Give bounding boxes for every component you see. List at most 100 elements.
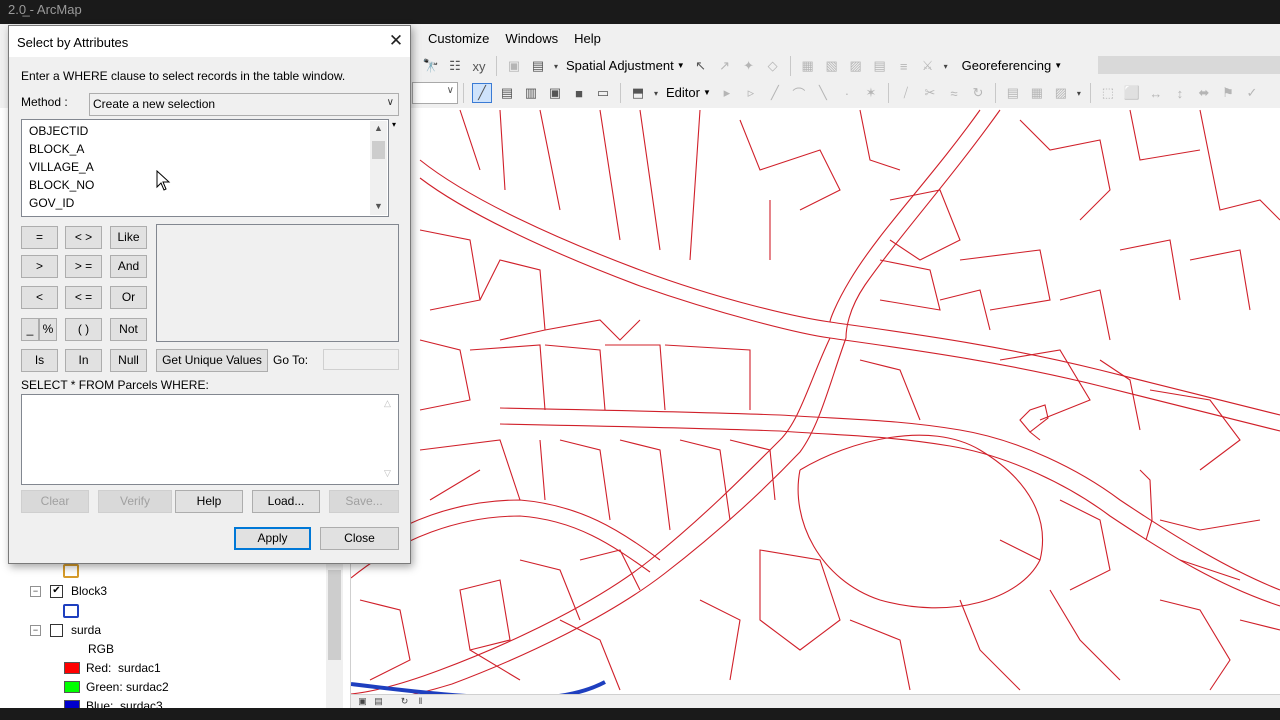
unique-values-list[interactable]	[156, 224, 399, 342]
goto-input[interactable]	[323, 349, 399, 370]
menu-customize[interactable]: Customize	[420, 28, 497, 50]
new-displacement-link-icon[interactable]: ↗	[716, 57, 734, 75]
save-button[interactable]: Save...	[329, 490, 399, 513]
modify-edge-icon[interactable]: ↕	[1171, 84, 1189, 102]
edit-annotation-icon[interactable]: ▹	[742, 84, 760, 102]
clear-area-icon[interactable]: ▧	[823, 57, 841, 75]
verify-button[interactable]: Verify	[98, 490, 172, 513]
field-item[interactable]: OBJECTID	[29, 124, 88, 138]
select-elements-icon[interactable]: ↖	[692, 57, 710, 75]
validate-icon[interactable]: ✓	[1243, 84, 1261, 102]
modify-link-icon[interactable]: ✦	[740, 57, 758, 75]
clear-button[interactable]: Clear	[21, 490, 89, 513]
where-clause-textarea[interactable]: △ ▽	[21, 394, 399, 485]
less-than-button[interactable]: <	[21, 286, 58, 309]
collapse-icon[interactable]: −	[30, 585, 41, 597]
layer-dropdown[interactable]: ∨	[412, 82, 458, 104]
get-unique-values-button[interactable]: Get Unique Values	[156, 349, 268, 372]
scroll-up-icon[interactable]: △	[384, 398, 391, 409]
and-button[interactable]: And	[110, 255, 147, 278]
split-icon[interactable]: ⧸	[897, 84, 915, 102]
greater-equal-button[interactable]: > =	[65, 255, 102, 278]
reshape-icon[interactable]: ≈	[945, 84, 963, 102]
goto-xy-icon[interactable]: xy	[470, 57, 488, 75]
in-button[interactable]: In	[65, 349, 102, 372]
menu-windows[interactable]: Windows	[497, 28, 566, 50]
cut-polygon-icon[interactable]: ✂	[921, 84, 939, 102]
find-icon[interactable]: 🔭	[422, 57, 440, 75]
view-link-table-icon[interactable]: ▤	[871, 57, 889, 75]
equals-button[interactable]: =	[21, 226, 58, 249]
reshape-edge-icon[interactable]: ↔	[1147, 84, 1165, 102]
help-button[interactable]: Help	[175, 490, 243, 513]
apply-button[interactable]: Apply	[234, 527, 311, 550]
scroll-up-icon[interactable]: ▲	[374, 123, 383, 133]
layer-symbol-swatch[interactable]	[63, 564, 79, 578]
underscore-button[interactable]: _	[21, 318, 39, 341]
magnifier-icon[interactable]: ▤	[529, 57, 547, 75]
multi-displacement-icon[interactable]: ◇	[764, 57, 782, 75]
create-features-icon[interactable]: ▨	[1052, 84, 1070, 102]
not-button[interactable]: Not	[110, 318, 147, 341]
menu-help[interactable]: Help	[566, 28, 609, 50]
trace-icon[interactable]: ╲	[814, 84, 832, 102]
field-item[interactable]: BLOCK_NO	[29, 178, 94, 192]
scroll-down-icon[interactable]: ▼	[374, 201, 383, 211]
field-item[interactable]: BLOCK_A	[29, 142, 84, 156]
where-scrollbar[interactable]: △ ▽	[380, 396, 397, 483]
georeferencing-menu[interactable]: Georeferencing ▼	[958, 55, 1067, 77]
scroll-down-icon[interactable]: ▽	[384, 468, 391, 479]
toc-scroll-thumb[interactable]	[328, 570, 341, 660]
create-viewer-icon[interactable]: ▣	[505, 57, 523, 75]
layer-name[interactable]: surda	[71, 623, 101, 637]
rotate-icon[interactable]: ↻	[969, 84, 987, 102]
fields-scroll-thumb[interactable]	[372, 141, 385, 159]
toolbar-grip-icon[interactable]: ▾	[653, 83, 659, 103]
close-button[interactable]: Close	[320, 527, 399, 550]
catalog-icon[interactable]: ▥	[522, 84, 540, 102]
window-icon[interactable]: ▭	[594, 84, 612, 102]
parentheses-button[interactable]: ( )	[65, 318, 102, 341]
topology-select-icon[interactable]: ⬚	[1099, 84, 1117, 102]
refresh-icon[interactable]: ↻	[399, 696, 410, 707]
spatial-adjustment-menu[interactable]: Spatial Adjustment ▼	[562, 55, 689, 77]
field-item[interactable]: VILLAGE_A	[29, 160, 94, 174]
fix-error-icon[interactable]: ⚑	[1219, 84, 1237, 102]
fields-list[interactable]: OBJECTID BLOCK_A VILLAGE_A BLOCK_NO GOV_…	[21, 119, 389, 217]
greater-than-button[interactable]: >	[21, 255, 58, 278]
point-icon[interactable]: ·	[838, 84, 856, 102]
model-icon[interactable]: ⬒	[629, 84, 647, 102]
layout-icon[interactable]: ▣	[546, 84, 564, 102]
topology-edit-icon[interactable]: ⬜	[1123, 84, 1141, 102]
or-button[interactable]: Or	[110, 286, 147, 309]
method-select[interactable]: Create a new selection ∨	[89, 93, 399, 116]
table-icon[interactable]: ▤	[498, 84, 516, 102]
toolbar-grip-icon[interactable]: ▾	[553, 56, 559, 76]
align-edge-icon[interactable]: ⬌	[1195, 84, 1213, 102]
null-button[interactable]: Null	[110, 349, 147, 372]
new-identity-link-icon[interactable]: ▨	[847, 57, 865, 75]
limited-adjustment-icon[interactable]: ▦	[799, 57, 817, 75]
fields-scrollbar[interactable]: ▲ ▼	[370, 121, 387, 215]
load-button[interactable]: Load...	[252, 490, 320, 513]
attribute-transfer-icon[interactable]: ≡	[895, 57, 913, 75]
toolbox-icon[interactable]: ■	[570, 84, 588, 102]
expand-list-icon[interactable]: ▾	[392, 120, 396, 129]
layer-visibility-checkbox[interactable]: ✔	[50, 584, 63, 598]
find-route-icon[interactable]: ☷	[446, 57, 464, 75]
layout-view-icon[interactable]: ▤	[373, 696, 384, 707]
data-view-icon[interactable]: ▣	[357, 696, 368, 707]
snap-icon[interactable]: ✶	[862, 84, 880, 102]
like-button[interactable]: Like	[110, 226, 147, 249]
straight-segment-icon[interactable]: ╱	[766, 84, 784, 102]
is-button[interactable]: Is	[21, 349, 58, 372]
layer-name[interactable]: Block3	[71, 584, 107, 598]
georef-layer-combo[interactable]	[1098, 56, 1280, 74]
map-view[interactable]	[351, 108, 1280, 694]
edit-tool-icon[interactable]: ▸	[718, 84, 736, 102]
field-item[interactable]: GOV_ID	[29, 196, 74, 210]
percent-button[interactable]: %	[39, 318, 57, 341]
draw-icon[interactable]: ╱	[472, 83, 492, 103]
less-equal-button[interactable]: < =	[65, 286, 102, 309]
edge-match-icon[interactable]: ⚔	[919, 57, 937, 75]
